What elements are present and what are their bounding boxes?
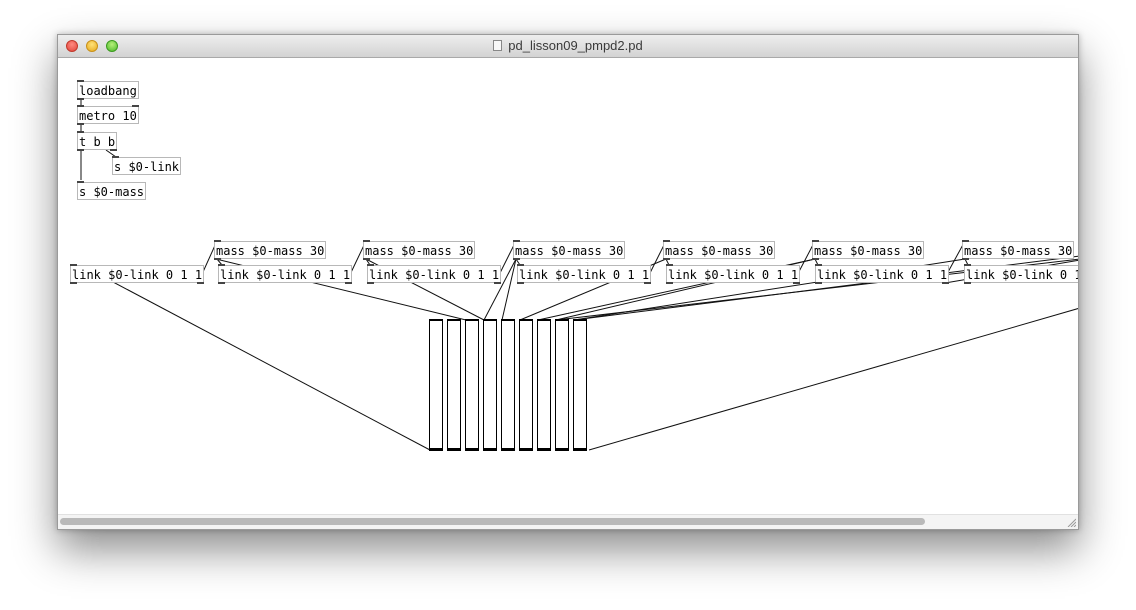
scrollbar-thumb[interactable] [60,518,925,525]
mass-object[interactable]: mass $0-mass 30 [663,240,776,260]
loadbang-object[interactable]: loadbang [77,80,139,100]
trigger-object[interactable]: t b b [77,131,118,151]
loadbang-label: loadbang [79,84,137,98]
link-object[interactable]: link $0-link 0 1 1 [70,264,205,284]
send-mass-label: s $0-mass [79,185,145,199]
trigger-label: t b b [79,135,116,149]
mass-object[interactable]: mass $0-mass 30 [812,240,925,260]
metro-label: metro 10 [79,109,137,123]
window-title-text: pd_lisson09_pmpd2.pd [508,38,643,53]
mass-label: mass $0-mass 30 [814,244,923,258]
link-object[interactable]: link $0-link 0 1 1 [815,264,950,284]
resize-grip-icon[interactable] [1066,517,1076,527]
mass-object[interactable]: mass $0-mass 30 [214,240,327,260]
link-object[interactable]: link $0-link 0 1 1 [666,264,801,284]
mass-label: mass $0-mass 30 [365,244,474,258]
window-title: pd_lisson09_pmpd2.pd [58,38,1078,53]
vertical-slider[interactable] [447,319,461,451]
mass-object[interactable]: mass $0-mass 30 [363,240,476,260]
vertical-slider[interactable] [555,319,569,451]
vertical-slider[interactable] [465,319,479,451]
vertical-slider[interactable] [501,319,515,451]
link-label: link $0-link 0 1 1 [519,268,650,282]
link-object[interactable]: link $0-link 0 1 1 [218,264,353,284]
vertical-slider[interactable] [573,319,587,451]
link-label: link $0-link 0 1 1 [817,268,948,282]
document-icon [493,40,503,51]
mass-label: mass $0-mass 30 [515,244,624,258]
vertical-slider[interactable] [483,319,497,451]
link-label: link $0-link 0 1 1 [72,268,203,282]
send-link-label: s $0-link [114,160,180,174]
mass-object[interactable]: mass $0-mass 30 [513,240,626,260]
mass-label: mass $0-mass 30 [964,244,1073,258]
link-label: link $0-link 0 1 1 [966,268,1078,282]
title-bar[interactable]: pd_lisson09_pmpd2.pd [58,35,1078,58]
vertical-slider[interactable] [537,319,551,451]
mass-object[interactable]: mass $0-mass 30 [962,240,1075,260]
link-object[interactable]: link $0-link 0 1 1 [367,264,502,284]
mass-label: mass $0-mass 30 [216,244,325,258]
vertical-slider[interactable] [429,319,443,451]
patch-canvas[interactable]: loadbang metro 10 t b b s $0-link s $0-m… [58,58,1078,515]
send-mass-object[interactable]: s $0-mass [77,181,147,200]
patch-window: pd_lisson09_pmpd2.pd loadbang metro 10 t… [57,34,1079,530]
link-label: link $0-link 0 1 1 [668,268,799,282]
link-label: link $0-link 0 1 1 [220,268,351,282]
link-object[interactable]: link $0-link 0 1 1 [964,264,1078,284]
link-object[interactable]: link $0-link 0 1 1 [517,264,652,284]
vertical-slider[interactable] [519,319,533,451]
send-link-object[interactable]: s $0-link [112,156,182,175]
mass-label: mass $0-mass 30 [665,244,774,258]
link-label: link $0-link 0 1 1 [369,268,500,282]
horizontal-scrollbar[interactable] [58,514,1078,529]
metro-object[interactable]: metro 10 [77,105,139,125]
